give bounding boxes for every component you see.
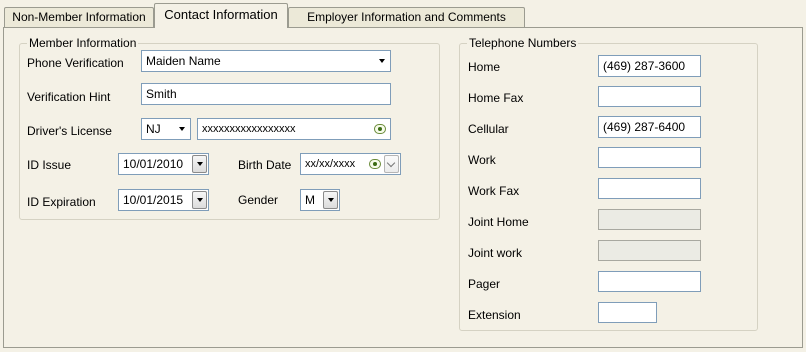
work-phone-input[interactable] [598, 147, 701, 168]
phone-label-home: Home [468, 60, 501, 74]
id-expiration-value: 10/01/2015 [123, 193, 184, 207]
tab-non-member-information[interactable]: Non-Member Information [4, 7, 154, 27]
drivers-license-number-value: xxxxxxxxxxxxxxxxx [202, 123, 296, 135]
work-fax-input[interactable] [598, 178, 701, 199]
tab-label: Employer Information and Comments [307, 10, 506, 24]
gender-dropdown-button[interactable] [323, 191, 338, 209]
chevron-down-icon [379, 59, 385, 63]
verification-hint-value: Smith [146, 87, 177, 101]
birth-date-label: Birth Date [238, 158, 292, 172]
phone-label-cellular: Cellular [468, 122, 509, 136]
member-information-legend: Member Information [27, 36, 139, 50]
gender-select[interactable]: M [300, 189, 340, 211]
chevron-down-icon [197, 162, 203, 166]
verification-hint-input[interactable]: Smith [141, 83, 391, 105]
tab-strip: Non-Member Information Contact Informati… [0, 0, 806, 28]
id-issue-date-picker[interactable]: 10/01/2010 [118, 153, 209, 175]
phone-verification-select[interactable]: Maiden Name [141, 50, 391, 72]
phone-verification-label: Phone Verification [27, 56, 124, 70]
tab-contact-information[interactable]: Contact Information [154, 3, 288, 28]
id-expiration-date-picker[interactable]: 10/01/2015 [118, 189, 209, 211]
drivers-license-state-value: NJ [146, 122, 161, 136]
birth-date-value: xx/xx/xxxx [305, 158, 356, 170]
phone-label-home-fax: Home Fax [468, 91, 524, 105]
cellular-phone-input[interactable]: (469) 287-6400 [598, 116, 701, 138]
id-issue-label: ID Issue [27, 158, 72, 172]
tab-employer-information-and-comments[interactable]: Employer Information and Comments [288, 7, 525, 27]
drivers-license-state-select[interactable]: NJ [141, 118, 191, 140]
home-fax-input[interactable] [598, 86, 701, 107]
drivers-license-number-input[interactable]: xxxxxxxxxxxxxxxxx [197, 118, 391, 140]
tab-label: Contact Information [164, 7, 278, 22]
telephone-numbers-legend: Telephone Numbers [467, 36, 579, 50]
joint-work-phone-input [598, 240, 701, 261]
home-phone-value: (469) 287-3600 [603, 59, 686, 73]
chevron-down-icon [328, 198, 334, 202]
phone-label-pager: Pager [468, 277, 501, 291]
id-expiration-label: ID Expiration [27, 195, 96, 209]
id-issue-value: 10/01/2010 [123, 157, 184, 171]
chevron-down-icon [179, 127, 185, 131]
extension-input[interactable] [598, 302, 657, 323]
chevron-down-icon [197, 198, 203, 202]
home-phone-input[interactable]: (469) 287-3600 [598, 55, 701, 77]
cellular-phone-value: (469) 287-6400 [603, 120, 686, 134]
contact-information-panel: Member Information Phone Verification Ma… [3, 27, 803, 348]
chevron-down-icon [386, 158, 396, 168]
verification-hint-label: Verification Hint [27, 90, 111, 104]
birth-date-dropdown-button[interactable] [384, 155, 399, 173]
phone-label-work: Work [468, 153, 496, 167]
id-expiration-dropdown-button[interactable] [192, 191, 207, 209]
phone-label-work-fax: Work Fax [468, 184, 520, 198]
joint-home-phone-input [598, 209, 701, 230]
phone-label-joint-home: Joint Home [468, 215, 529, 229]
id-issue-dropdown-button[interactable] [192, 155, 207, 173]
eye-icon[interactable] [374, 124, 386, 134]
pager-input[interactable] [598, 271, 701, 292]
gender-label: Gender [238, 193, 279, 207]
phone-label-extension: Extension [468, 308, 521, 322]
tab-label: Non-Member Information [12, 10, 146, 24]
birth-date-picker[interactable]: xx/xx/xxxx [300, 153, 401, 175]
phone-label-joint-work: Joint work [468, 246, 523, 260]
gender-value: M [305, 193, 315, 207]
eye-icon[interactable] [369, 159, 381, 169]
phone-verification-value: Maiden Name [146, 54, 221, 68]
drivers-license-label: Driver's License [27, 124, 112, 138]
